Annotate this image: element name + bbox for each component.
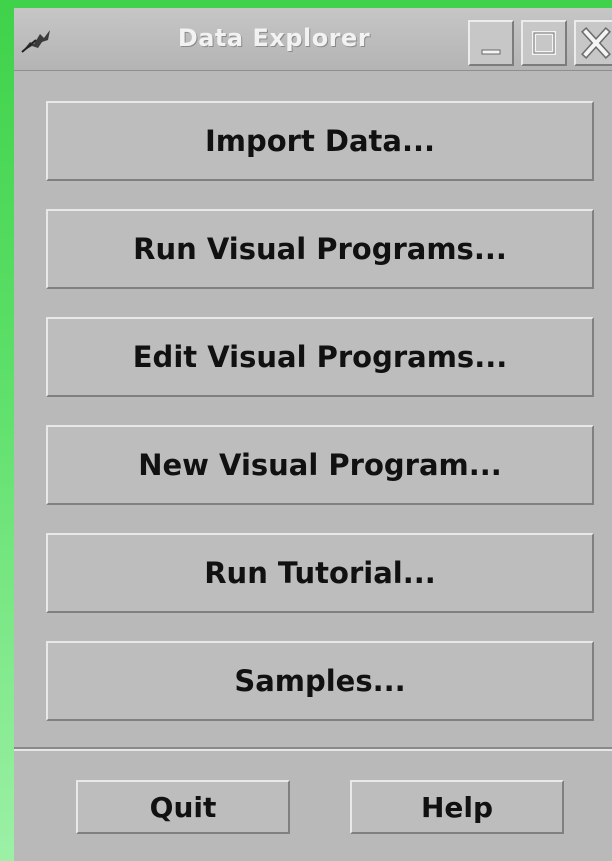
- help-button[interactable]: Help: [350, 780, 564, 834]
- new-visual-program-button[interactable]: New Visual Program...: [46, 425, 594, 505]
- run-visual-programs-button[interactable]: Run Visual Programs...: [46, 209, 594, 289]
- minimize-icon: [481, 49, 501, 55]
- samples-button[interactable]: Samples...: [46, 641, 594, 721]
- content-panel: Import Data... Run Visual Programs... Ed…: [14, 71, 612, 747]
- footer-separator: [14, 747, 612, 751]
- run-tutorial-button[interactable]: Run Tutorial...: [46, 533, 594, 613]
- import-data-button[interactable]: Import Data...: [46, 101, 594, 181]
- maximize-button[interactable]: [521, 20, 567, 66]
- data-explorer-window: Data Explorer Import Data... Run Visual …: [14, 8, 612, 861]
- close-button[interactable]: [574, 20, 612, 66]
- close-icon: [581, 27, 611, 59]
- quit-button[interactable]: Quit: [76, 780, 290, 834]
- edit-visual-programs-button[interactable]: Edit Visual Programs...: [46, 317, 594, 397]
- maximize-icon: [532, 31, 556, 55]
- title-bar[interactable]: Data Explorer: [14, 8, 612, 71]
- window-title: Data Explorer: [177, 24, 371, 52]
- minimize-button[interactable]: [468, 20, 514, 66]
